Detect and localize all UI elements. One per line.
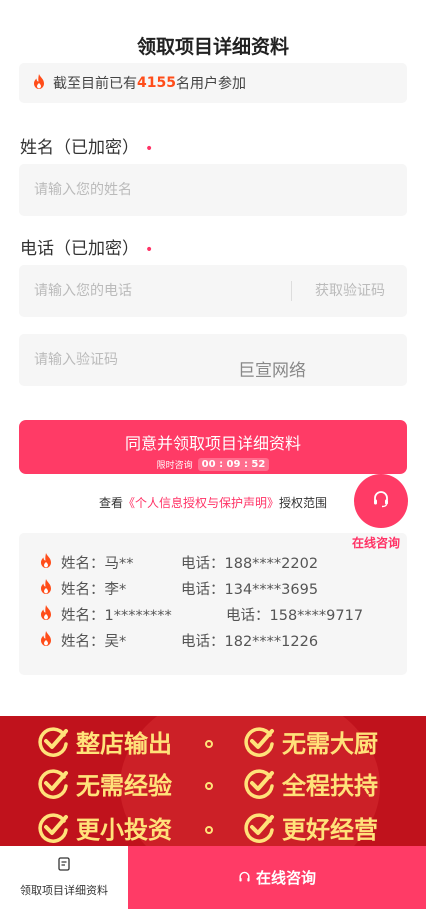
name-label-text: 姓名（已加密） xyxy=(20,138,139,158)
check-circle-icon xyxy=(242,725,276,759)
fire-icon xyxy=(33,73,45,93)
list-item: 姓名：马** xyxy=(40,552,134,573)
banner-item-text: 无需大厨 xyxy=(282,730,378,758)
record-name: 姓名：1******** xyxy=(61,608,172,624)
banner-item-text: 全程扶持 xyxy=(282,772,378,800)
fire-icon xyxy=(40,579,52,598)
required-dot: • xyxy=(145,141,154,157)
record-name: 姓名：马** xyxy=(61,556,134,572)
record-name: 姓名：李* xyxy=(61,582,127,598)
required-dot: • xyxy=(145,242,154,258)
banner-dot xyxy=(205,740,213,748)
record-phone: 电话：188****2202 xyxy=(181,556,319,572)
countdown-timer: 00 : 09 : 52 xyxy=(197,458,270,471)
agreement-suffix: 授权范围 xyxy=(279,496,328,510)
record-phone: 电话：158****9717 xyxy=(226,608,364,624)
banner-item-text: 更好经营 xyxy=(282,816,378,844)
name-input[interactable] xyxy=(19,164,407,216)
consult-label[interactable]: 在线咨询 xyxy=(352,534,400,551)
fire-icon xyxy=(40,553,52,572)
watermark-text: 巨宣网络 xyxy=(238,361,306,381)
banner-item: 整店输出 xyxy=(36,724,172,759)
submit-label: 同意并领取项目详细资料 xyxy=(124,434,301,453)
consult-float-button[interactable] xyxy=(354,474,408,528)
promo-banner: 整店输出 无需大厨无需经验 全程扶持更小投资 更好经营 xyxy=(0,716,426,846)
banner-item-text: 更小投资 xyxy=(76,816,172,844)
phone-label: 电话（已加密） • xyxy=(20,234,153,259)
get-code-button[interactable]: 获取验证码 xyxy=(300,279,400,303)
check-circle-icon xyxy=(36,767,70,801)
headset-icon xyxy=(238,871,251,884)
check-circle-icon xyxy=(36,811,70,845)
participant-count: 4155 xyxy=(137,75,176,91)
name-label: 姓名（已加密） • xyxy=(20,133,153,158)
banner-item-text: 整店输出 xyxy=(76,730,172,758)
phone-label-text: 电话（已加密） xyxy=(20,239,139,259)
list-item: 姓名：1******** xyxy=(40,604,172,625)
limited-time-text: 限时咨询 xyxy=(156,461,193,471)
privacy-policy-link[interactable]: 《个人信息授权与保护声明》 xyxy=(123,496,279,510)
list-item: 姓名：李* xyxy=(40,578,126,599)
check-circle-icon xyxy=(242,767,276,801)
record-phone: 电话：182****1226 xyxy=(181,634,319,650)
bottom-bar: 领取项目详细资料 在线咨询 xyxy=(0,846,426,909)
page-title: 领取项目详细资料 xyxy=(136,36,289,58)
verification-code-input[interactable] xyxy=(19,334,407,386)
check-circle-icon xyxy=(242,811,276,845)
fire-icon xyxy=(40,605,52,624)
banner-item-text: 无需经验 xyxy=(76,772,172,800)
bottom-consult-label: 在线咨询 xyxy=(255,869,316,887)
notice-suffix: 名用户参加 xyxy=(175,76,246,92)
headset-icon xyxy=(372,490,390,512)
document-icon xyxy=(57,856,71,871)
submit-button[interactable]: 同意并领取项目详细资料 限时咨询 00 : 09 : 52 xyxy=(19,420,407,474)
banner-item: 无需经验 xyxy=(36,766,172,801)
notice-prefix: 截至目前已有 xyxy=(53,76,137,92)
banner-item: 全程扶持 xyxy=(242,766,378,801)
bottom-get-info-button[interactable]: 领取项目详细资料 xyxy=(0,846,128,909)
check-circle-icon xyxy=(36,725,70,759)
limited-time-row: 限时咨询 00 : 09 : 52 xyxy=(19,458,407,471)
banner-dot xyxy=(205,826,213,834)
banner-item: 更小投资 xyxy=(36,810,172,845)
bottom-consult-button[interactable]: 在线咨询 xyxy=(128,846,426,909)
participant-notice: 截至目前已有 4155 名用户参加 xyxy=(19,63,407,103)
banner-dot xyxy=(205,782,213,790)
record-name: 姓名：吴* xyxy=(61,634,127,650)
divider xyxy=(291,281,292,301)
banner-item: 更好经营 xyxy=(242,810,378,845)
banner-item: 无需大厨 xyxy=(242,724,378,759)
list-item: 姓名：吴* xyxy=(40,630,126,651)
record-phone: 电话：134****3695 xyxy=(181,582,319,598)
fire-icon xyxy=(40,631,52,650)
bottom-get-info-label: 领取项目详细资料 xyxy=(20,884,108,897)
agreement-prefix: 查看 xyxy=(98,496,123,510)
